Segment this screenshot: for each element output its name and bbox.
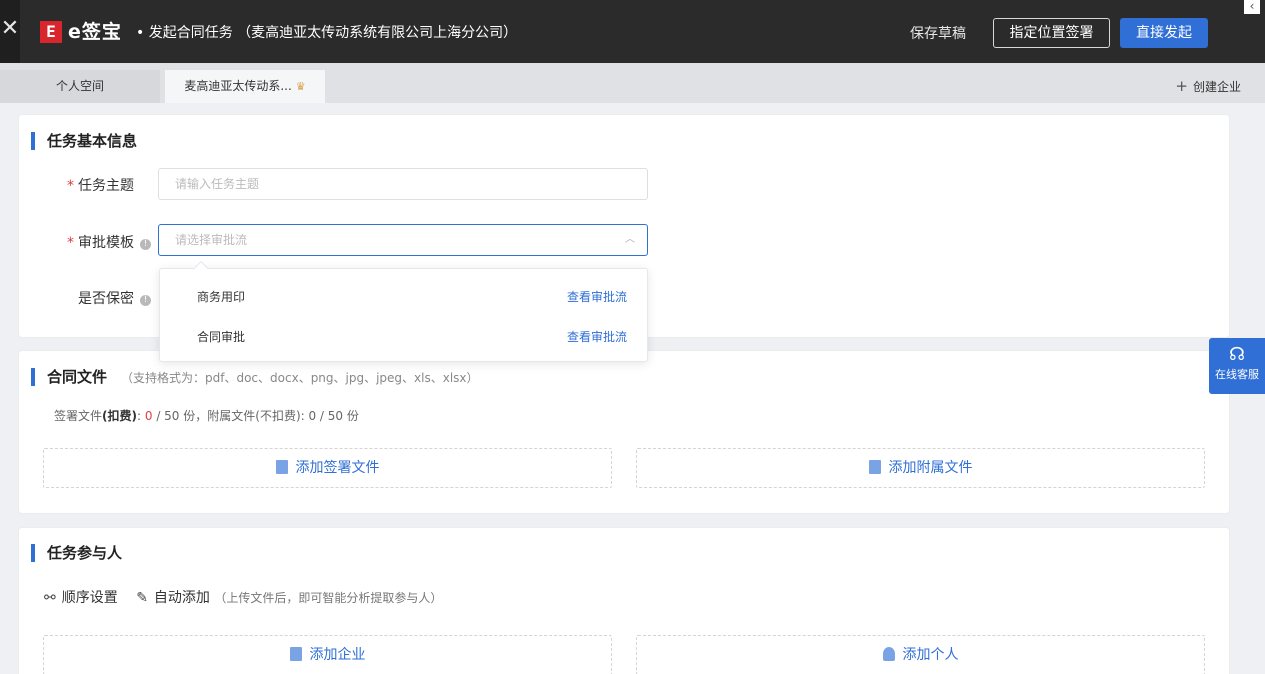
headset-icon: ☊	[1229, 344, 1245, 365]
required-mark: *	[67, 178, 74, 194]
online-service-button[interactable]: ☊ 在线客服	[1209, 338, 1265, 394]
template-label-text: 审批模板	[78, 235, 134, 251]
add-sign-file-button[interactable]: 添加签署文件	[43, 448, 612, 488]
tab-personal-space[interactable]: 个人空间	[0, 70, 160, 103]
crown-icon: ♛	[295, 80, 306, 93]
space-tab-bar: 个人空间 麦高迪亚太传动系... ♛ + 创建企业	[0, 63, 1265, 103]
sign-files-prefix: 签署文件	[54, 409, 103, 423]
required-mark: *	[67, 235, 74, 251]
contract-files-card: 合同文件 （支持格式为：pdf、doc、docx、png、jpg、jpeg、xls…	[19, 351, 1229, 513]
auto-add-button[interactable]: ✎ 自动添加	[136, 590, 210, 606]
dropdown-option[interactable]: 合同审批 查看审批流	[160, 317, 647, 357]
online-service-label: 在线客服	[1215, 368, 1259, 381]
approval-template-select[interactable]: 请选择审批流 ︿	[158, 224, 648, 256]
close-icon[interactable]: ✕	[0, 0, 20, 63]
file-edit-icon	[275, 460, 288, 474]
edit-icon: ✎	[136, 590, 148, 606]
auto-add-label: 自动添加	[153, 590, 210, 606]
option-name: 商务用印	[197, 290, 246, 304]
order-setting-label: 顺序设置	[61, 590, 118, 606]
direct-start-button[interactable]: 直接发起	[1120, 18, 1208, 48]
hierarchy-icon: ⚯	[44, 590, 56, 606]
chevron-up-icon: ︿	[625, 234, 635, 245]
add-sign-file-label: 添加签署文件	[295, 460, 380, 476]
charge-note: (扣费)	[102, 409, 137, 423]
top-bar: ✕ E e签宝 • 发起合同任务 （麦高迪亚太传动系统有限公司上海分公司） 保存…	[0, 0, 1265, 63]
subject-label-text: 任务主题	[78, 178, 134, 194]
create-enterprise-label: 创建企业	[1192, 80, 1241, 94]
info-icon[interactable]: !	[140, 239, 151, 250]
subject-input[interactable]: 请输入任务主题	[158, 168, 648, 200]
view-approval-flow-link[interactable]: 查看审批流	[567, 277, 627, 317]
view-approval-flow-link[interactable]: 查看审批流	[567, 317, 627, 357]
plus-icon: +	[1175, 77, 1188, 95]
tab-enterprise[interactable]: 麦高迪亚太传动系... ♛	[165, 70, 325, 103]
confidential-label-text: 是否保密	[78, 291, 134, 307]
add-attachment-file-button[interactable]: 添加附属文件	[636, 448, 1205, 488]
chevron-left-icon[interactable]: ‹	[1244, 0, 1260, 14]
info-icon[interactable]: !	[140, 295, 151, 306]
file-icon	[868, 460, 881, 474]
section-title: 任务基本信息	[31, 132, 137, 150]
section-title: 合同文件 （支持格式为：pdf、doc、docx、png、jpg、jpeg、xls…	[31, 368, 479, 386]
file-count-rest: / 50 份，附属文件(不扣费): 0 / 50 份	[152, 409, 359, 423]
specify-sign-position-button[interactable]: 指定位置签署	[993, 18, 1110, 48]
tab-label: 麦高迪亚太传动系...	[184, 79, 292, 93]
template-label: * 审批模板!	[67, 232, 151, 252]
brand-name: e签宝	[68, 21, 122, 43]
section-title: 任务参与人	[31, 544, 122, 562]
sign-file-count: 0	[144, 409, 153, 423]
section-title-text: 合同文件	[47, 368, 108, 386]
brand-logo-icon: E	[40, 21, 62, 43]
confidential-label: 是否保密!	[78, 288, 151, 308]
add-enterprise-label: 添加企业	[309, 647, 366, 663]
add-attachment-label: 添加附属文件	[888, 460, 973, 476]
building-icon	[289, 647, 302, 661]
dropdown-option[interactable]: 商务用印 查看审批流	[160, 277, 647, 317]
auto-add-hint: （上传文件后，即可智能分析提取参与人）	[214, 591, 443, 605]
order-setting-button[interactable]: ⚯ 顺序设置	[44, 590, 118, 606]
save-draft-button[interactable]: 保存草稿	[910, 23, 966, 43]
template-placeholder: 请选择审批流	[175, 233, 248, 247]
page-title: • 发起合同任务 （麦高迪亚太传动系统有限公司上海分公司）	[136, 25, 518, 41]
tab-label: 个人空间	[55, 79, 104, 93]
participants-card: 任务参与人 ⚯ 顺序设置 ✎ 自动添加 （上传文件后，即可智能分析提取参与人） 添加…	[19, 528, 1229, 674]
add-person-button[interactable]: 添加个人	[636, 635, 1205, 674]
file-counts: 签署文件(扣费): 0 / 50 份，附属文件(不扣费): 0 / 50 份	[54, 409, 359, 423]
format-hint: （支持格式为：pdf、doc、docx、png、jpg、jpeg、xls、xls…	[121, 371, 479, 385]
option-name: 合同审批	[197, 330, 246, 344]
add-enterprise-button[interactable]: 添加企业	[43, 635, 612, 674]
approval-template-dropdown: 商务用印 查看审批流 合同审批 查看审批流	[159, 260, 648, 362]
create-enterprise-button[interactable]: + 创建企业	[1175, 77, 1241, 95]
person-icon	[882, 647, 895, 661]
add-person-label: 添加个人	[902, 647, 959, 663]
subject-label: * 任务主题	[67, 175, 134, 195]
participant-tools: ⚯ 顺序设置 ✎ 自动添加 （上传文件后，即可智能分析提取参与人）	[44, 587, 442, 607]
subject-placeholder: 请输入任务主题	[175, 177, 260, 191]
